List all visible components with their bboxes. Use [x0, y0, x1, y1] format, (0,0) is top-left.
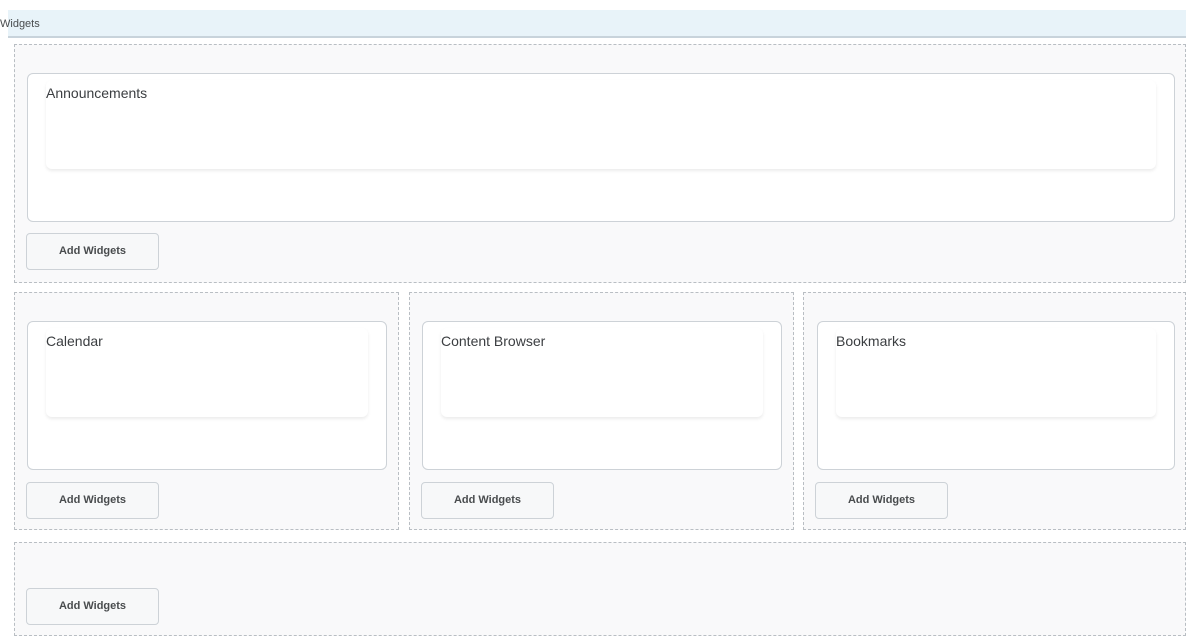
- widget-zone-bottom: Add Widgets: [14, 542, 1186, 636]
- widget-zone-right: Bookmarks Add Widgets: [803, 292, 1186, 530]
- add-widgets-button-top[interactable]: Add Widgets: [26, 233, 159, 270]
- add-widgets-button-right[interactable]: Add Widgets: [815, 482, 948, 519]
- add-widgets-button-left[interactable]: Add Widgets: [26, 482, 159, 519]
- widget-card-body: Bookmarks: [836, 328, 1156, 417]
- widget-card-bookmarks[interactable]: Bookmarks: [817, 321, 1175, 470]
- widget-zone-left: Calendar Add Widgets: [14, 292, 399, 530]
- add-widgets-button-middle[interactable]: Add Widgets: [421, 482, 554, 519]
- widget-card-body: Content Browser: [441, 328, 763, 417]
- widget-title: Bookmarks: [836, 333, 907, 349]
- widget-card-announcements[interactable]: Announcements: [27, 73, 1175, 222]
- widget-title: Calendar: [46, 333, 103, 349]
- widget-card-body: Calendar: [46, 328, 368, 417]
- widget-zone-top: Announcements Add Widgets: [14, 44, 1186, 283]
- widget-title: Content Browser: [441, 333, 546, 349]
- widget-card-content-browser[interactable]: Content Browser: [422, 321, 782, 470]
- widget-layout-editor: Widgets Announcements Add Widgets Calend…: [0, 0, 1186, 641]
- widget-title: Announcements: [46, 85, 148, 101]
- section-title: Widgets: [0, 18, 40, 30]
- widget-zone-middle: Content Browser Add Widgets: [409, 292, 794, 530]
- widget-card-calendar[interactable]: Calendar: [27, 321, 387, 470]
- widget-card-body: Announcements: [46, 80, 1156, 169]
- add-widgets-button-bottom[interactable]: Add Widgets: [26, 588, 159, 625]
- section-header: Widgets: [0, 10, 1186, 38]
